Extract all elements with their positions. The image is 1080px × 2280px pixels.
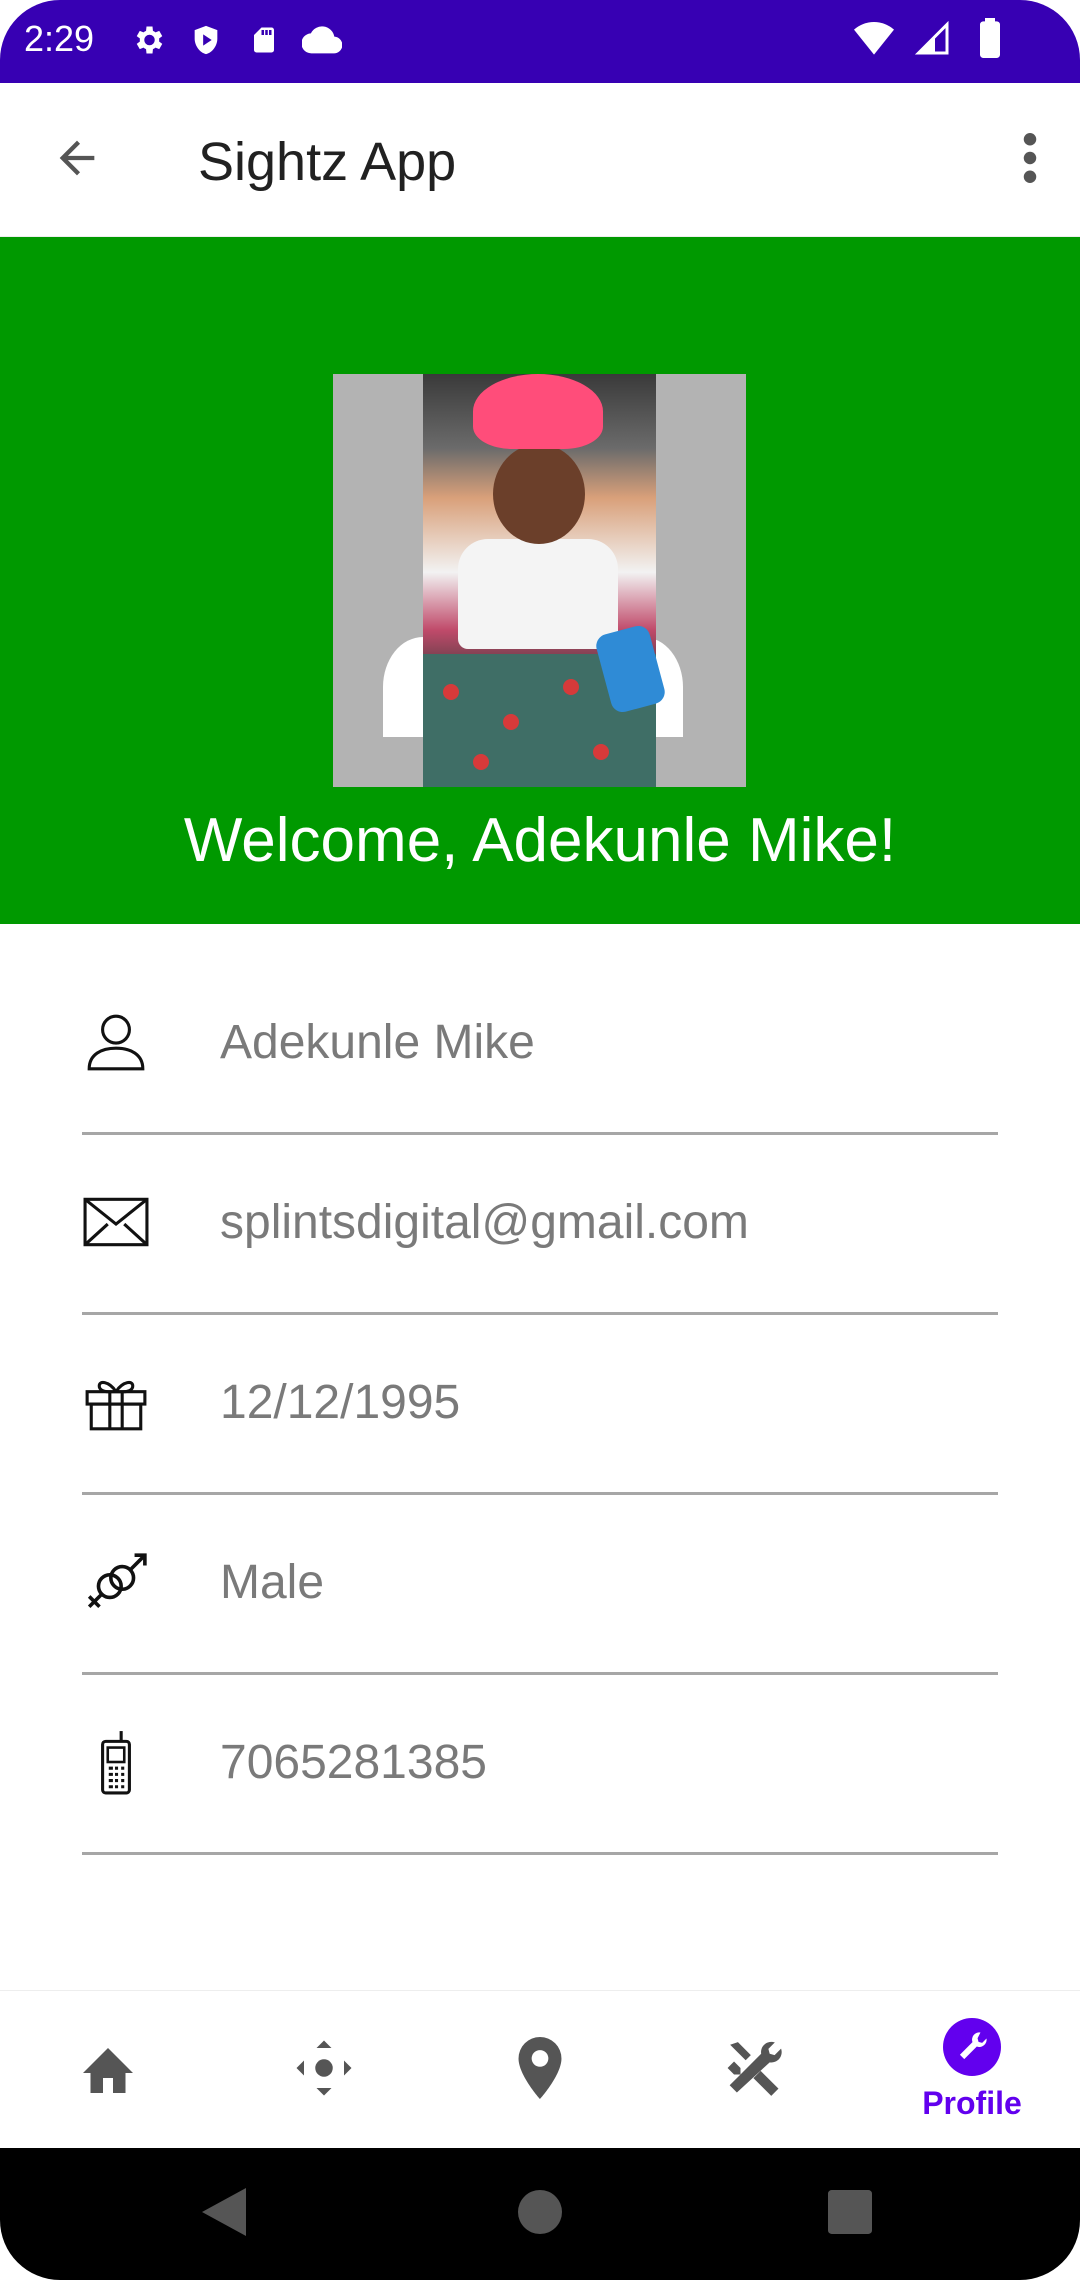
status-icons-right	[854, 18, 1010, 58]
avatar-photo	[423, 374, 668, 787]
back-button[interactable]	[40, 123, 114, 197]
tools-icon	[725, 2037, 787, 2104]
person-icon	[82, 1008, 150, 1076]
email-row[interactable]: splintsdigital@gmail.com	[82, 1135, 998, 1315]
move-icon	[294, 2038, 354, 2103]
name-value: Adekunle Mike	[220, 1016, 535, 1069]
phone-row[interactable]: 7065281385	[82, 1675, 998, 1855]
email-value: splintsdigital@gmail.com	[220, 1196, 749, 1249]
sd-card-icon	[244, 20, 284, 60]
birthday-row[interactable]: 12/12/1995	[82, 1315, 998, 1495]
photo-headband	[473, 374, 603, 449]
gender-row[interactable]: Male	[82, 1495, 998, 1675]
nav-item-location[interactable]	[432, 1991, 648, 2149]
battery-icon	[970, 18, 1010, 58]
mobile-phone-icon	[82, 1728, 150, 1796]
nav-label-profile: Profile	[922, 2085, 1022, 2121]
name-row[interactable]: Adekunle Mike	[82, 955, 998, 1135]
arrow-back-icon	[51, 132, 103, 189]
avatar[interactable]	[333, 374, 746, 787]
phone-value: 7065281385	[220, 1736, 487, 1789]
photo-heart	[503, 714, 519, 730]
photo-heart	[443, 684, 459, 700]
status-time: 2:29	[24, 18, 95, 59]
shield-play-icon	[186, 20, 226, 60]
nav-item-profile[interactable]: Profile	[864, 1991, 1080, 2149]
birthday-value: 12/12/1995	[220, 1376, 461, 1429]
system-recents-button[interactable]	[814, 2178, 886, 2250]
location-pin-icon	[515, 2036, 565, 2104]
gender-icon	[82, 1548, 150, 1616]
system-navigation-bar	[0, 2148, 1080, 2280]
gift-icon	[82, 1368, 150, 1436]
profile-banner: Welcome, Adekunle Mike!	[0, 237, 1080, 924]
profile-info-list: Adekunle Mike splintsdigital@gmail.com 1…	[82, 955, 998, 1855]
cloud-icon	[302, 20, 342, 60]
status-icons-left	[128, 20, 342, 60]
nav-item-move[interactable]	[216, 1991, 432, 2149]
system-back-button[interactable]	[188, 2178, 260, 2250]
photo-shirt	[458, 539, 618, 649]
home-icon	[78, 2040, 138, 2101]
photo-heart	[593, 744, 609, 760]
signal-icon	[912, 18, 952, 58]
home-circle-icon	[518, 2189, 562, 2239]
nav-item-tools[interactable]	[648, 1991, 864, 2149]
recents-square-icon	[828, 2189, 872, 2239]
bottom-navigation: Profile	[0, 1990, 1080, 2148]
app-title: Sightz App	[198, 132, 457, 192]
welcome-message: Welcome, Adekunle Mike!	[183, 806, 897, 875]
app-bar: Sightz App	[0, 83, 1080, 237]
profile-wrench-icon	[943, 2018, 1001, 2081]
photo-face	[493, 444, 585, 544]
status-bar: 2:29	[0, 0, 1080, 83]
wifi-icon	[854, 18, 894, 58]
system-home-button[interactable]	[504, 2178, 576, 2250]
gender-value: Male	[220, 1556, 325, 1609]
back-triangle-icon	[202, 2187, 246, 2241]
nav-item-home[interactable]	[0, 1991, 216, 2149]
envelope-icon	[82, 1188, 150, 1256]
photo-heart	[473, 754, 489, 770]
more-vert-icon	[1022, 132, 1038, 188]
gear-icon	[128, 20, 168, 60]
overflow-menu-button[interactable]	[1000, 123, 1060, 197]
photo-heart	[563, 679, 579, 695]
